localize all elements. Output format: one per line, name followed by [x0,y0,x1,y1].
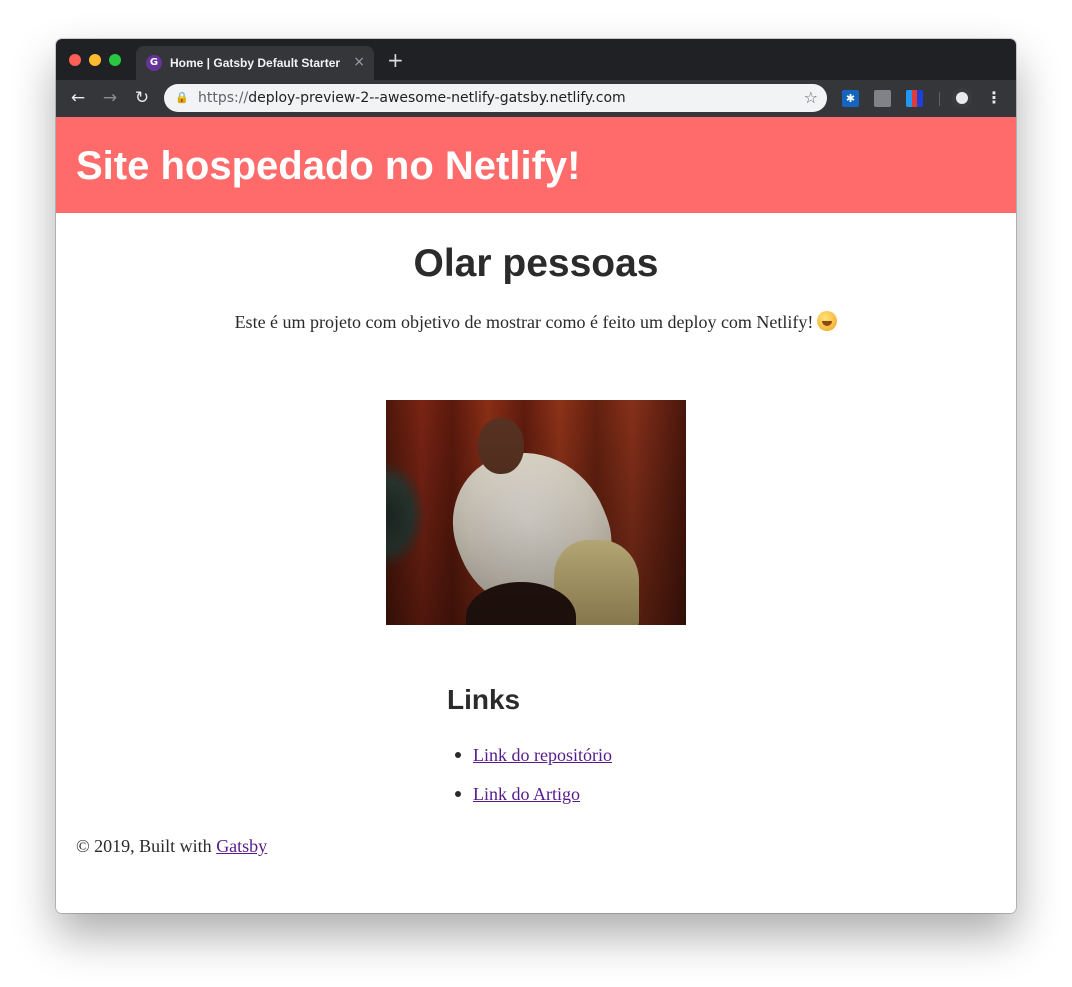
grinning-face-emoji-icon [817,311,838,331]
extension-icon[interactable] [906,90,923,107]
browser-toolbar: ← → ↻ 🔒 https://deploy-preview-2--awesom… [56,80,1016,117]
browser-tab-home[interactable]: G Home | Gatsby Default Starter × [136,46,374,80]
gatsby-favicon-icon: G [146,55,162,71]
intro-text: Este é um projeto com objetivo de mostra… [234,312,814,332]
links-list: Link do repositório Link do Artigo [455,742,612,820]
article-link[interactable]: Link do Artigo [473,784,580,804]
address-bar[interactable]: 🔒 https://deploy-preview-2--awesome-netl… [164,84,827,112]
site-title[interactable]: Site hospedado no Netlify! [76,142,580,190]
animated-gif-image [386,400,686,625]
toolbar-divider [939,92,940,106]
site-footer: © 2019, Built with Gatsby [76,833,267,859]
list-item: Link do repositório [455,742,612,781]
list-item: Link do Artigo [455,781,612,820]
tab-close-icon[interactable]: × [353,54,365,70]
site-header: Site hospedado no Netlify! [56,117,1016,213]
extension-icon[interactable]: ✱ [842,90,859,107]
page-viewport: Site hospedado no Netlify! Olar pessoas … [56,117,1016,913]
page-heading: Olar pessoas [413,242,659,285]
url-scheme: https:// [198,90,249,106]
window-close-button[interactable] [69,54,81,66]
repository-link[interactable]: Link do repositório [473,745,612,765]
lock-icon: 🔒 [175,91,189,104]
forward-arrow-icon[interactable]: → [98,86,122,110]
tab-strip: G Home | Gatsby Default Starter × + [56,39,1016,80]
gif-shadow-overlay [386,400,686,625]
back-arrow-icon[interactable]: ← [66,86,90,110]
new-tab-button[interactable]: + [387,50,404,70]
extension-icon[interactable] [874,90,891,107]
footer-text: © 2019, Built with [76,836,217,856]
bullet-icon [455,752,461,758]
bookmark-star-icon[interactable]: ☆ [804,88,818,108]
window-minimize-button[interactable] [89,54,101,66]
window-maximize-button[interactable] [109,54,121,66]
url-host: deploy-preview-2--awesome-netlify-gatsby… [248,90,626,106]
url-text: https://deploy-preview-2--awesome-netlif… [198,90,626,106]
more-menu-icon[interactable]: ⋮ [986,88,1002,108]
links-heading: Links [447,684,521,715]
tab-title: Home | Gatsby Default Starter [170,56,341,70]
bullet-icon [455,791,461,797]
profile-avatar-icon[interactable] [952,88,972,108]
reload-icon[interactable]: ↻ [130,86,154,110]
browser-window: G Home | Gatsby Default Starter × + ← → … [56,39,1016,913]
intro-paragraph: Este é um projeto com objetivo de mostra… [56,309,1016,335]
gatsby-link[interactable]: Gatsby [216,836,267,856]
